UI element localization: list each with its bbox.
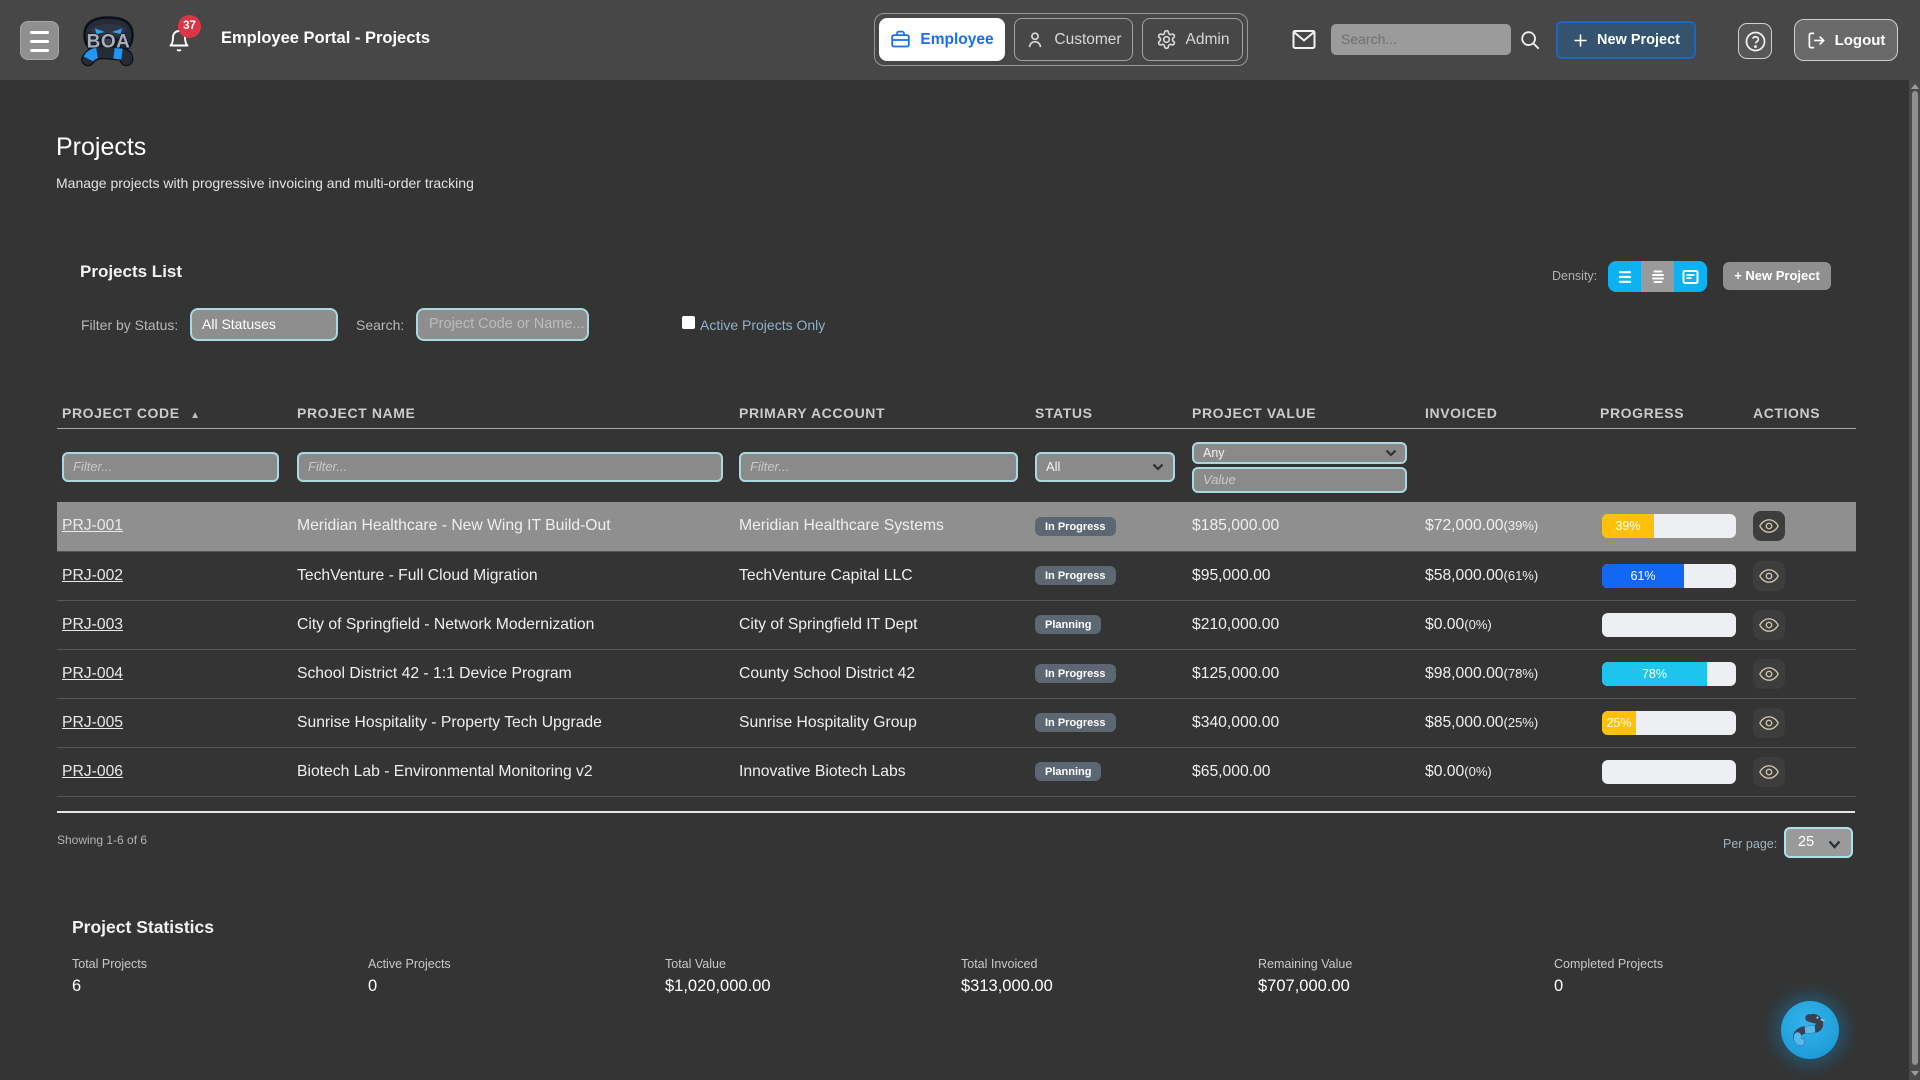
svg-text:BOA: BOA (87, 32, 131, 53)
